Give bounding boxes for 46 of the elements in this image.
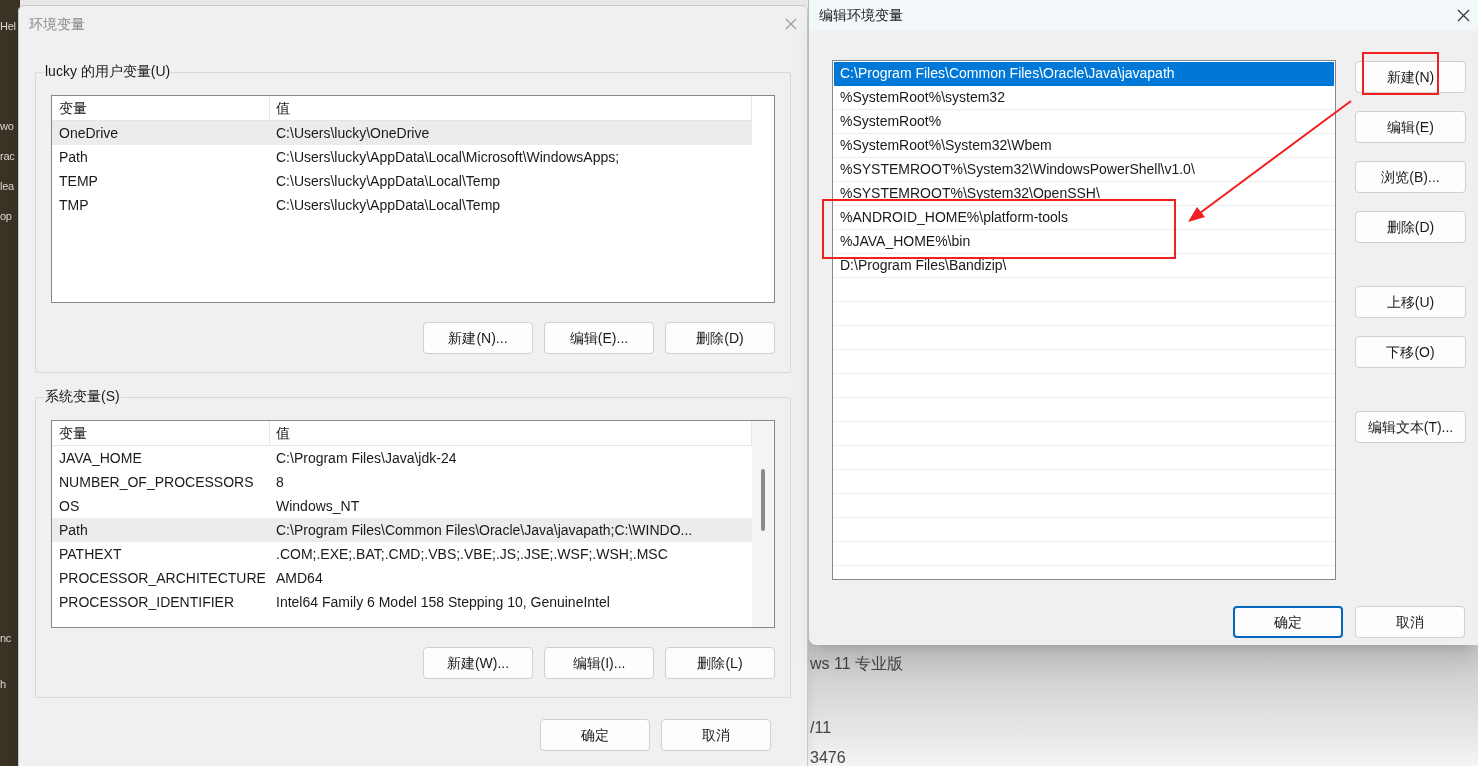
column-header[interactable]: 变量 (52, 96, 270, 120)
button[interactable]: 删除(D) (665, 322, 775, 354)
background-text: /11 (810, 718, 832, 738)
list-item[interactable]: %SYSTEMROOT%\System32\OpenSSH\ (834, 182, 1334, 206)
background-text: nc (0, 631, 12, 646)
button[interactable]: 新建(N) (1355, 61, 1466, 93)
button[interactable]: 删除(D) (1355, 211, 1466, 243)
window-title: 环境变量 (29, 14, 85, 34)
column-header[interactable]: 值 (270, 96, 752, 120)
button[interactable]: 编辑(E)... (544, 322, 654, 354)
button[interactable]: 上移(U) (1355, 286, 1466, 318)
list-item[interactable]: C:\Program Files\Common Files\Oracle\Java\javapath (834, 62, 1334, 86)
background-text: h (0, 677, 6, 692)
button[interactable]: 取消 (661, 719, 771, 751)
window-title: 编辑环境变量 (819, 6, 903, 25)
button[interactable]: 编辑(I)... (544, 647, 654, 679)
button[interactable]: 确定 (540, 719, 650, 751)
table-row[interactable]: Path C:\Program Files\Common Files\Oracle\Java\javapath;C:\WINDO... (52, 518, 752, 542)
list-item[interactable]: %SystemRoot% (834, 110, 1334, 134)
table-row[interactable]: OneDrive C:\Users\lucky\OneDrive (52, 121, 752, 145)
list-item[interactable]: %SystemRoot%\system32 (834, 86, 1334, 110)
button[interactable]: 新建(N)... (423, 322, 533, 354)
list-item[interactable]: D:\Program Files\Bandizip\ (834, 254, 1334, 278)
background-text: wo (0, 119, 14, 134)
list-item[interactable]: %SystemRoot%\System32\Wbem (834, 134, 1334, 158)
list-item[interactable]: %JAVA_HOME%\bin (834, 230, 1334, 254)
button[interactable]: 删除(L) (665, 647, 775, 679)
button[interactable]: 编辑文本(T)... (1355, 411, 1466, 443)
background-text: op (0, 209, 12, 224)
button[interactable]: 确定 (1233, 606, 1343, 638)
close-icon[interactable] (1457, 9, 1470, 22)
background-text: rac (0, 149, 15, 164)
column-header[interactable]: 变量 (52, 421, 270, 445)
button[interactable]: 编辑(E) (1355, 111, 1466, 143)
button[interactable]: 下移(O) (1355, 336, 1466, 368)
list-item[interactable]: %SYSTEMROOT%\System32\WindowsPowerShell\v1.0\ (834, 158, 1334, 182)
background-text: lea (0, 179, 14, 194)
group-label: 系统变量(S) (44, 386, 121, 407)
button[interactable]: 浏览(B)... (1355, 161, 1466, 193)
button[interactable]: 新建(W)... (423, 647, 533, 679)
group-label: lucky 的用户变量(U) (44, 61, 172, 82)
scrollbar[interactable] (752, 421, 774, 627)
background-text: ws 11 专业版 (810, 654, 904, 674)
background-text: 3476 (810, 748, 846, 766)
background-text: Hel (0, 19, 16, 34)
button[interactable]: 取消 (1355, 606, 1465, 638)
